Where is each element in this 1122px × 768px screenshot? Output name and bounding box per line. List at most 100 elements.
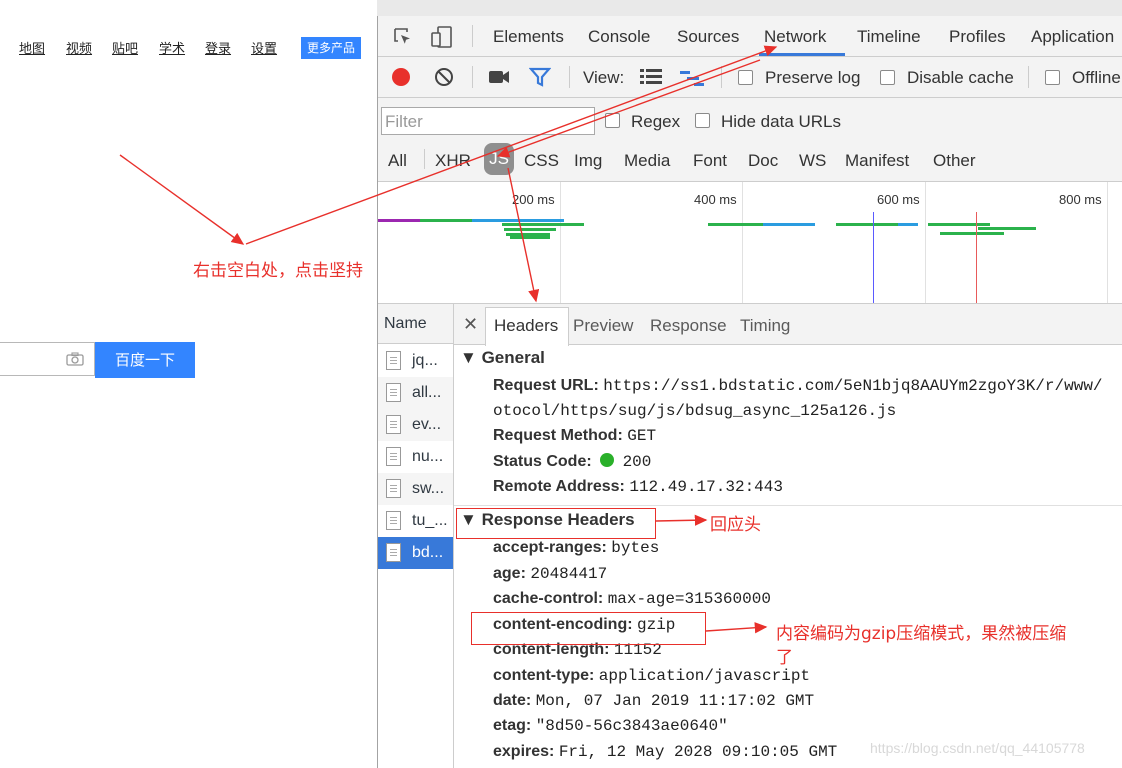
search-button[interactable]: 百度一下 bbox=[95, 342, 195, 378]
type-doc[interactable]: Doc bbox=[748, 151, 778, 171]
waterfall-bar bbox=[836, 223, 898, 226]
toolbar-separator bbox=[472, 25, 473, 47]
request-row[interactable]: sw... bbox=[378, 473, 453, 505]
preserve-log-checkbox[interactable] bbox=[738, 70, 753, 85]
toolbar-separator bbox=[472, 66, 473, 88]
tab-console[interactable]: Console bbox=[588, 27, 650, 47]
large-rows-icon[interactable] bbox=[640, 69, 662, 85]
name-column-header[interactable]: Name bbox=[378, 304, 453, 344]
active-tab-indicator bbox=[759, 53, 845, 56]
type-ws[interactable]: WS bbox=[799, 151, 826, 171]
header-row: expires: Fri, 12 May 2028 09:10:05 GMT bbox=[493, 743, 838, 761]
preserve-log-label: Preserve log bbox=[765, 68, 861, 87]
inspect-element-icon[interactable] bbox=[392, 26, 414, 48]
type-manifest[interactable]: Manifest bbox=[845, 151, 909, 171]
header-row: content-type: application/javascript bbox=[493, 667, 811, 685]
request-row-selected[interactable]: bd... bbox=[378, 537, 453, 569]
nav-settings[interactable]: 设置 bbox=[251, 38, 277, 57]
status-ok-icon bbox=[600, 453, 615, 467]
type-img[interactable]: Img bbox=[574, 151, 602, 171]
tab-elements[interactable]: Elements bbox=[493, 27, 564, 47]
timeline-gridline bbox=[925, 182, 926, 303]
nav-login[interactable]: 登录 bbox=[205, 38, 231, 57]
overview-waterfall-icon[interactable] bbox=[680, 69, 704, 87]
tab-preview[interactable]: Preview bbox=[573, 316, 633, 336]
type-separator bbox=[424, 149, 425, 169]
tab-sources[interactable]: Sources bbox=[677, 27, 739, 47]
waterfall-bar bbox=[420, 219, 472, 222]
network-overview-timeline[interactable]: 200 ms 400 ms 600 ms 800 ms bbox=[378, 182, 1122, 304]
hide-data-urls-label: Hide data URLs bbox=[721, 112, 842, 131]
file-icon bbox=[386, 479, 401, 498]
tab-response[interactable]: Response bbox=[650, 316, 727, 336]
waterfall-bar bbox=[928, 223, 990, 226]
file-icon bbox=[386, 415, 401, 434]
device-toolbar-icon[interactable] bbox=[430, 25, 454, 49]
general-section-toggle[interactable]: ▼ General bbox=[460, 348, 545, 368]
view-label: View: bbox=[583, 68, 625, 87]
disable-cache-label: Disable cache bbox=[907, 68, 1014, 87]
header-row: etag: "8d50-56c3843ae0640" bbox=[493, 717, 728, 735]
regex-checkbox[interactable] bbox=[605, 113, 620, 128]
waterfall-bar bbox=[472, 219, 564, 222]
hide-data-urls-checkbox[interactable] bbox=[695, 113, 710, 128]
timeline-tick-400: 400 ms bbox=[694, 192, 737, 207]
toolbar-separator bbox=[721, 66, 722, 88]
type-media[interactable]: Media bbox=[624, 151, 670, 171]
annotation-response-header: 回应头 bbox=[710, 515, 761, 535]
request-row[interactable]: tu_... bbox=[378, 505, 453, 537]
baidu-page: 地图 视频 贴吧 学术 登录 设置 更多产品 百度一下 bbox=[0, 0, 377, 768]
network-toolbar: View: Preserve log Disable cache Offline bbox=[378, 57, 1122, 98]
record-icon[interactable] bbox=[391, 67, 411, 87]
tab-timing[interactable]: Timing bbox=[740, 316, 790, 336]
camera-icon[interactable] bbox=[66, 352, 84, 366]
tab-network[interactable]: Network bbox=[764, 27, 826, 47]
type-js[interactable]: JS bbox=[484, 143, 514, 175]
clear-icon[interactable] bbox=[434, 67, 454, 87]
offline-checkbox[interactable] bbox=[1045, 70, 1060, 85]
toolbar-separator bbox=[569, 66, 570, 88]
tab-headers[interactable]: Headers bbox=[494, 316, 558, 336]
request-row[interactable]: nu... bbox=[378, 441, 453, 473]
request-row[interactable]: jq... bbox=[378, 345, 453, 377]
header-row: cache-control: max-age=315360000 bbox=[493, 590, 771, 608]
tab-profiles[interactable]: Profiles bbox=[949, 27, 1006, 47]
type-css[interactable]: CSS bbox=[524, 151, 559, 171]
close-icon[interactable]: ✕ bbox=[463, 314, 478, 335]
type-other[interactable]: Other bbox=[933, 151, 976, 171]
tab-timeline[interactable]: Timeline bbox=[857, 27, 921, 47]
nav-map[interactable]: 地图 bbox=[19, 38, 45, 57]
disable-cache-checkbox[interactable] bbox=[880, 70, 895, 85]
dom-content-loaded-marker bbox=[873, 212, 874, 303]
type-font[interactable]: Font bbox=[693, 151, 727, 171]
waterfall-bar bbox=[510, 236, 550, 239]
content-encoding-highlight-box bbox=[471, 612, 706, 645]
screenshot-camera-icon[interactable] bbox=[488, 69, 510, 85]
header-row: Request URL: https://ss1.bdstatic.com/5e… bbox=[493, 377, 1103, 395]
annotation-right-click: 右击空白处，点击坚持 bbox=[193, 261, 363, 281]
annotation-encoding-line1: 内容编码为gzip压缩模式，果然被压缩 bbox=[776, 624, 1067, 644]
regex-label: Regex bbox=[631, 112, 681, 131]
request-row[interactable]: all... bbox=[378, 377, 453, 409]
annotation-encoding-line2: 了 bbox=[776, 648, 793, 668]
type-all[interactable]: All bbox=[388, 151, 407, 171]
type-xhr[interactable]: XHR bbox=[435, 151, 471, 171]
waterfall-bar bbox=[763, 223, 815, 226]
response-headers-highlight-box bbox=[456, 508, 656, 539]
filter-input[interactable]: Filter bbox=[381, 107, 595, 135]
load-event-marker bbox=[976, 212, 977, 303]
waterfall-bar bbox=[898, 223, 918, 226]
header-row: Status Code: 200 bbox=[493, 453, 652, 471]
file-icon bbox=[386, 383, 401, 402]
header-row: Request Method: GET bbox=[493, 427, 657, 445]
nav-video[interactable]: 视频 bbox=[66, 38, 92, 57]
header-row: Remote Address: 112.49.17.32:443 bbox=[493, 478, 783, 496]
tab-application[interactable]: Application bbox=[1031, 27, 1114, 47]
request-row[interactable]: ev... bbox=[378, 409, 453, 441]
nav-xueshu[interactable]: 学术 bbox=[159, 38, 185, 57]
waterfall-bar bbox=[502, 223, 584, 226]
more-products-button[interactable]: 更多产品 bbox=[301, 37, 361, 59]
nav-tieba[interactable]: 贴吧 bbox=[112, 38, 138, 57]
file-icon bbox=[386, 447, 401, 466]
filter-funnel-icon[interactable] bbox=[529, 67, 551, 87]
